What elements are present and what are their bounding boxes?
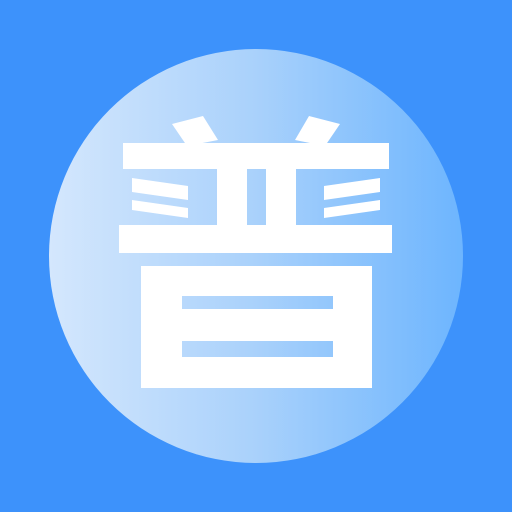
glyph-flick-left-1 <box>132 178 188 200</box>
glyph-box <box>141 266 372 388</box>
glyph-flick-left-2 <box>132 200 188 218</box>
app-icon: 普 <box>0 0 512 512</box>
glyph-flick-right-2 <box>324 200 380 218</box>
glyph-dot-left <box>172 116 218 146</box>
glyph-stroke-vert-left <box>217 167 247 225</box>
pu-character-icon <box>119 116 392 388</box>
glyph-flick-right-1 <box>324 178 380 200</box>
glyph-dot-right <box>295 116 340 146</box>
glyph-stroke-bottom <box>119 225 392 253</box>
glyph-stroke-top <box>123 143 389 169</box>
glyph-stroke-vert-right <box>266 167 296 225</box>
